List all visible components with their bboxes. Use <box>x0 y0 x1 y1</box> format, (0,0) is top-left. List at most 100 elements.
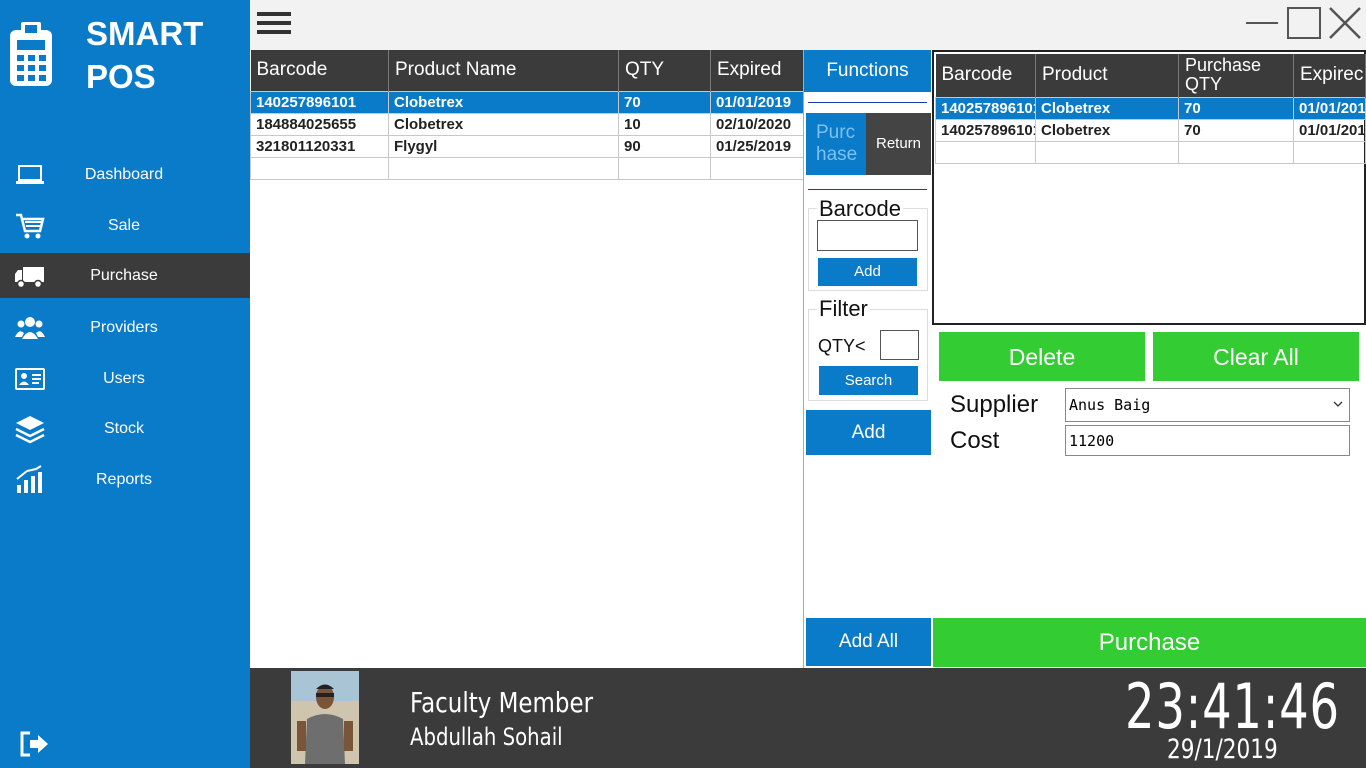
chevron-down-icon <box>1333 401 1343 407</box>
empty-cell <box>1035 140 1179 164</box>
cell-expired: 01/01/2019 <box>1293 96 1366 120</box>
smart-pos-window: SMART POS Dashboard Sale Purchase Provid… <box>0 0 1366 768</box>
cell-qty: 10 <box>618 112 711 136</box>
delete-button[interactable]: Delete <box>939 332 1145 381</box>
barcode-group-title: Barcode <box>817 196 903 222</box>
empty-cell <box>388 156 619 180</box>
empty-cell <box>618 156 711 180</box>
clock-time: 23:41:46 <box>1125 670 1340 743</box>
supplier-select[interactable]: Anus Baig <box>1065 388 1350 422</box>
sidebar-item-users[interactable]: Users <box>0 356 250 401</box>
users-group-icon <box>15 317 45 339</box>
layers-icon <box>15 416 45 444</box>
table-new-row[interactable] <box>935 140 1366 164</box>
table-row[interactable]: 140257896101 Clobetrex 70 01/01/2019 <box>935 118 1366 142</box>
sidebar-item-stock[interactable]: Stock <box>0 406 250 451</box>
purchase-button[interactable]: Purchase <box>933 618 1366 667</box>
barcode-input[interactable] <box>817 220 918 251</box>
bar-chart-icon <box>16 465 42 493</box>
table-new-row[interactable] <box>250 156 804 180</box>
qty-filter-label: QTY< <box>818 336 866 356</box>
clear-all-button[interactable]: Clear All <box>1153 332 1359 381</box>
column-header-product[interactable]: Product <box>1035 54 1179 97</box>
empty-cell <box>710 156 804 180</box>
column-header-expired[interactable]: Expired <box>710 50 804 91</box>
divider <box>808 102 927 103</box>
clock-date: 29/1/2019 <box>1167 734 1278 765</box>
cell-barcode: 321801120331 <box>250 134 389 158</box>
id-card-icon <box>15 368 45 390</box>
avatar <box>291 671 359 764</box>
tab-return[interactable]: Return <box>866 113 931 175</box>
add-barcode-button[interactable]: Add <box>818 258 917 286</box>
sidebar-item-sale[interactable]: Sale <box>0 203 250 248</box>
truck-icon <box>15 267 44 289</box>
cell-expired: 02/10/2020 <box>710 112 804 136</box>
column-header-barcode[interactable]: Barcode <box>250 50 389 91</box>
empty-cell <box>250 156 389 180</box>
table-row[interactable]: 140257896101 Clobetrex 70 01/01/2019 <box>250 90 804 114</box>
column-header-purchase-qty[interactable]: Purchase QTY <box>1178 54 1294 97</box>
hamburger-menu-icon[interactable] <box>257 12 291 36</box>
minimize-icon[interactable] <box>1246 22 1278 24</box>
sidebar-item-dashboard[interactable]: Dashboard <box>0 152 250 197</box>
search-button[interactable]: Search <box>819 366 918 395</box>
sidebar-item-label: Sale <box>107 216 141 234</box>
tab-purchase[interactable]: Purc hase <box>806 113 866 175</box>
maximize-icon[interactable] <box>1287 7 1321 39</box>
supplier-selected-value: Anus Baig <box>1069 396 1151 414</box>
cell-product: Clobetrex <box>388 90 619 114</box>
user-photo <box>291 671 359 764</box>
cost-label: Cost <box>950 427 1000 454</box>
purchase-table-panel: Barcode Product Purchase QTY Expirec 140… <box>932 50 1366 325</box>
header-qty-line-2: QTY <box>1185 74 1223 95</box>
column-header-barcode[interactable]: Barcode <box>935 54 1036 97</box>
divider <box>808 189 927 190</box>
sidebar-item-label: Stock <box>103 419 144 437</box>
laptop-icon <box>16 165 44 184</box>
table-header-row: Barcode Product Name QTY Expired <box>250 50 804 91</box>
table-row[interactable]: 321801120331 Flygyl 90 01/25/2019 <box>250 134 804 158</box>
cart-icon <box>16 213 45 239</box>
tab-purchase-line-1: Purc <box>816 122 856 143</box>
filter-group-title: Filter <box>817 296 870 322</box>
cell-expired: 01/01/2019 <box>710 90 804 114</box>
cell-product: Clobetrex <box>1035 118 1179 142</box>
tab-purchase-line-2: hase <box>816 144 858 165</box>
sidebar-item-label: Reports <box>95 470 153 488</box>
sidebar-item-label: Users <box>103 369 145 387</box>
empty-cell <box>1293 140 1366 164</box>
column-header-qty[interactable]: QTY <box>618 50 711 91</box>
cell-barcode: 140257896101 <box>935 96 1036 120</box>
qty-filter-input[interactable] <box>880 330 919 360</box>
table-row[interactable]: 184884025655 Clobetrex 10 02/10/2020 <box>250 112 804 136</box>
sidebar-item-label: Dashboard <box>84 165 164 183</box>
empty-cell <box>935 140 1036 164</box>
sidebar-item-providers[interactable]: Providers <box>0 305 250 350</box>
cell-expired: 01/25/2019 <box>710 134 804 158</box>
cost-input[interactable] <box>1065 425 1350 456</box>
cell-product: Clobetrex <box>1035 96 1179 120</box>
brand-line-1: SMART <box>86 15 204 52</box>
add-button[interactable]: Add <box>806 410 931 455</box>
cell-qty: 70 <box>618 90 711 114</box>
sidebar-item-purchase[interactable]: Purchase <box>0 253 250 298</box>
cell-qty: 70 <box>1178 118 1294 142</box>
status-footer: Faculty Member Abdullah Sohail 23:41:46 … <box>250 668 1366 768</box>
logout-icon[interactable] <box>18 730 50 758</box>
close-icon[interactable] <box>1328 6 1362 40</box>
empty-cell <box>1178 140 1294 164</box>
add-all-button[interactable]: Add All <box>806 618 931 666</box>
column-header-expired[interactable]: Expirec <box>1293 54 1366 97</box>
products-table: Barcode Product Name QTY Expired 1402578… <box>250 50 804 180</box>
cell-qty: 70 <box>1178 96 1294 120</box>
cell-barcode: 140257896101 <box>250 90 389 114</box>
table-row[interactable]: 140257896101 Clobetrex 70 01/01/2019 <box>935 96 1366 120</box>
cell-barcode: 184884025655 <box>250 112 389 136</box>
sidebar-item-reports[interactable]: Reports <box>0 457 250 502</box>
column-header-product-name[interactable]: Product Name <box>388 50 619 91</box>
functions-title: Functions <box>804 50 931 92</box>
cell-barcode: 140257896101 <box>935 118 1036 142</box>
sidebar-item-label: Purchase <box>90 266 158 284</box>
user-name: Abdullah Sohail <box>410 723 563 751</box>
